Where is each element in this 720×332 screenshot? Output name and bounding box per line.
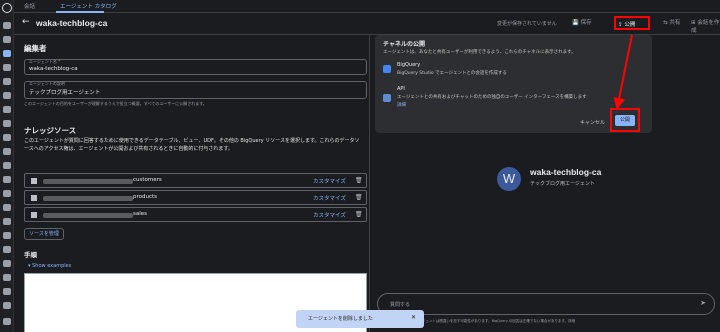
instructions-title: 手順 (24, 251, 37, 259)
redacted-path (43, 179, 133, 184)
delete-icon[interactable]: 🗑 (355, 194, 363, 201)
customize-link[interactable]: カスタマイズ (313, 211, 346, 219)
table-icon (31, 195, 37, 201)
folder-icon[interactable] (3, 274, 11, 281)
shuffle-icon[interactable] (3, 190, 11, 197)
description-hint: このエージェントの目的をユーザーが理解するうえで役立つ概要。すべてのユーザーに公… (24, 101, 207, 106)
left-nav-rail (0, 0, 14, 332)
create-conversation-label: 会話を作成 (691, 20, 720, 34)
agent-description-value: テックブログ用エージェント (29, 90, 101, 96)
tools-icon[interactable] (3, 176, 11, 183)
channel-name: BigQuery (397, 62, 421, 68)
publish-channels-popup: チャネルの公開 エージェントは、あなたと共有ユーザーが利用できるよう、これらのチ… (375, 35, 652, 133)
bigquery-icon (383, 65, 391, 73)
graph-icon[interactable] (3, 106, 11, 113)
search-icon[interactable] (3, 36, 11, 43)
channel-name: API (397, 86, 405, 92)
source-name: products (133, 194, 158, 200)
gear-icon[interactable] (3, 288, 11, 295)
agent-description-field[interactable]: エージェントの説明 テックブログ用エージェント (24, 81, 367, 99)
share-label: 共有 (669, 20, 681, 26)
publish-confirm-button[interactable]: 公開 (615, 115, 635, 126)
agent-header: ← waka-techblog-ca 変更が保存されていません 💾 保存 ⇪ 公… (14, 13, 720, 35)
top-tabs: 会話 エージェント カタログ (14, 0, 720, 13)
agent-description-label: エージェントの説明 (29, 81, 65, 86)
preview-panel: チャネルの公開 エージェントは、あなたと共有ユーザーが利用できるよう、これらのチ… (369, 35, 720, 332)
popup-subtitle: エージェントは、あなたと共有ユーザーが利用できるよう、これらのチャネルに表示され… (383, 50, 576, 55)
preview-agent-name: waka-techblog-ca (530, 167, 602, 177)
chat-placeholder: 質問する (390, 302, 411, 308)
source-row: customers カスタマイズ 🗑 (24, 173, 367, 188)
agent-icon[interactable] (3, 50, 11, 57)
layers-icon[interactable] (3, 246, 11, 253)
details-link[interactable]: 詳細 (397, 102, 406, 108)
source-name: sales (133, 211, 148, 217)
grid-icon[interactable] (3, 22, 11, 29)
schedule-icon[interactable] (3, 78, 11, 85)
history-icon[interactable] (3, 92, 11, 99)
tab-conversations[interactable]: 会話 (24, 2, 35, 10)
knowledge-description: このエージェントが質問に回答するために使用できるデータテーブル、ビュー、UDF。… (24, 138, 360, 152)
show-examples-label: Show examples (32, 263, 72, 269)
table-icon (31, 178, 37, 184)
customize-link[interactable]: カスタマイズ (313, 177, 346, 185)
agent-name-value: waka-techblog-ca (29, 66, 78, 72)
publish-button[interactable]: ⇪ 公開 (618, 20, 635, 28)
cancel-button[interactable]: キャンセル (580, 119, 605, 126)
chat-input[interactable]: 質問する ➤ (377, 293, 715, 315)
publish-confirm-highlight-box: 公開 (610, 108, 640, 132)
unsaved-status: 変更が保存されていません (497, 21, 557, 27)
tab-agent-catalog[interactable]: エージェント カタログ (60, 2, 117, 10)
pipeline-icon[interactable] (3, 64, 11, 71)
source-name: customers (133, 177, 162, 183)
publish-highlight-box: ⇪ 公開 (614, 16, 650, 30)
close-icon[interactable]: ✕ (411, 314, 416, 321)
bolt-icon[interactable] (3, 148, 11, 155)
person-icon[interactable] (3, 218, 11, 225)
show-examples-link[interactable]: ▾ Show examples (28, 263, 71, 269)
knowledge-title: ナレッジソース (24, 126, 77, 135)
publish-label: 公開 (624, 22, 636, 28)
disclaimer-text: このエージェントは間違いを犯す可能性があります。BigQuery の回答は正確で… (408, 319, 576, 323)
editor-title: 編集者 (24, 44, 47, 53)
expand-icon[interactable] (3, 318, 11, 325)
channel-description: エージェントとの共有およびチャットのための独自のユーザー インターフェースを構築… (397, 95, 587, 100)
api-icon (383, 94, 391, 102)
agent-name-field[interactable]: エージェント名 * waka-techblog-ca (24, 59, 367, 75)
share-button[interactable]: ⇆ 共有 (663, 18, 680, 26)
redacted-path (43, 213, 133, 218)
editor-panel: 編集者 エージェント名 * waka-techblog-ca エージェントの説明… (14, 35, 369, 332)
source-row: products カスタマイズ 🗑 (24, 190, 367, 205)
manage-sources-button[interactable]: ソースを管理 (24, 228, 64, 240)
database-icon[interactable] (3, 162, 11, 169)
agent-name-label: エージェント名 * (29, 59, 61, 64)
sync-icon[interactable] (3, 302, 11, 309)
source-row: sales カスタマイズ 🗑 (24, 207, 367, 222)
popup-title: チャネルの公開 (383, 41, 425, 48)
send-icon[interactable]: ➤ (700, 299, 706, 307)
delete-icon[interactable]: 🗑 (355, 177, 363, 184)
save-label: 保存 (580, 20, 592, 26)
create-conversation-button[interactable]: ⊞ 会話を作成 (691, 18, 720, 34)
back-arrow-icon[interactable]: ← (22, 17, 30, 27)
channel-description: BigQuery Studio でエージェントとの会話を作成する (397, 71, 507, 76)
toast-message: エージェントを削除しました (308, 316, 373, 322)
delete-icon[interactable]: 🗑 (355, 211, 363, 218)
calendar-icon[interactable] (3, 232, 11, 239)
customize-link[interactable]: カスタマイズ (313, 194, 346, 202)
preview-agent-description: テックブログ用エージェント (530, 181, 595, 187)
toast-notification: エージェントを削除しました ✕ (296, 310, 424, 328)
transfer-icon[interactable] (3, 134, 11, 141)
chart-icon[interactable] (3, 260, 11, 267)
avatar: W (497, 167, 521, 191)
table-icon (31, 212, 37, 218)
bigquery-logo-icon[interactable] (2, 3, 12, 13)
publish-icon: ⇪ (618, 22, 623, 28)
redacted-path (43, 196, 133, 201)
page-title: waka-techblog-ca (36, 18, 108, 28)
settings-icon[interactable] (3, 204, 11, 211)
save-button[interactable]: 💾 保存 (572, 18, 592, 26)
analytics-icon[interactable] (3, 120, 11, 127)
